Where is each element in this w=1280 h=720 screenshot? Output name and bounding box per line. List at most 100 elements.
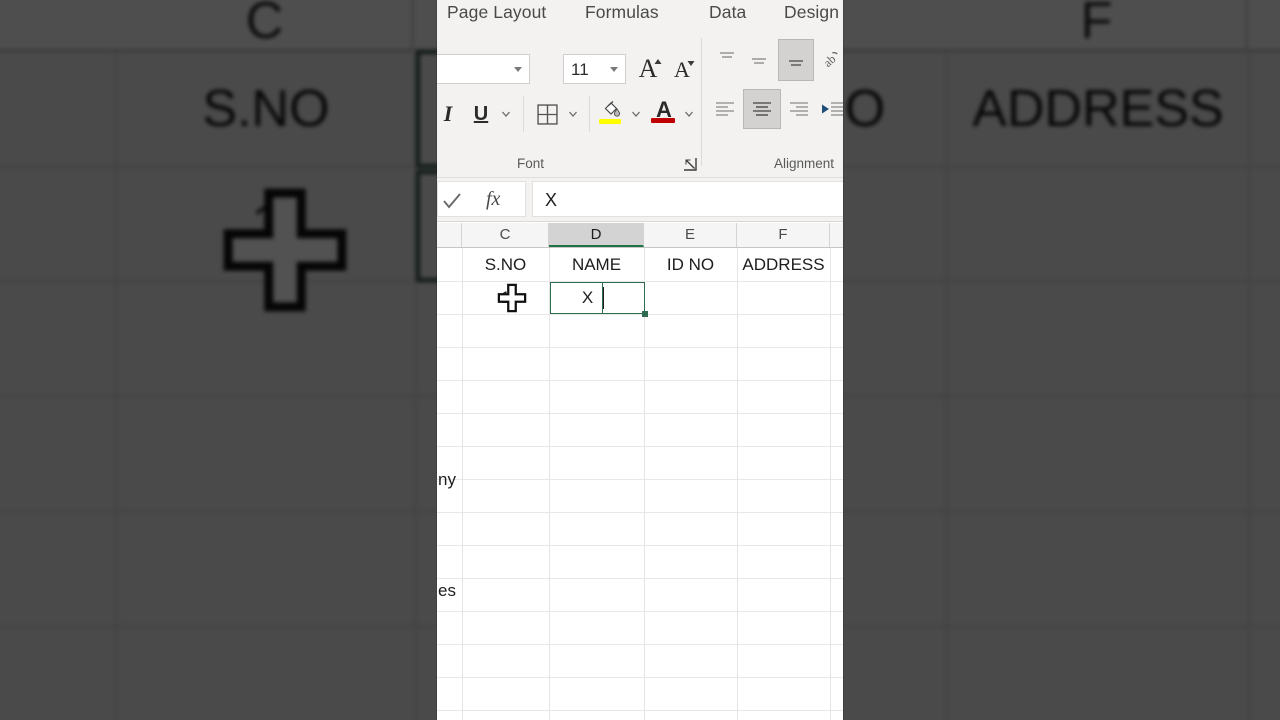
active-cell-editing-value[interactable]: X: [550, 282, 625, 314]
italic-button[interactable]: I: [437, 98, 462, 130]
gridline-vertical: [737, 248, 738, 720]
column-header-c[interactable]: C: [462, 223, 549, 247]
font-dialog-launcher-icon[interactable]: [683, 157, 697, 171]
underline-button[interactable]: U: [467, 98, 495, 130]
gridline-horizontal: [437, 512, 843, 513]
top-align-icon: [720, 52, 734, 58]
ribbon-divider: [589, 96, 590, 132]
chevron-down-icon: [610, 67, 618, 72]
group-label-font: Font: [517, 156, 545, 171]
chevron-down-icon: [502, 111, 510, 117]
shrink-font-button[interactable]: A: [666, 54, 698, 86]
ribbon-divider: [701, 38, 702, 166]
font-name-value: ri: [437, 55, 510, 85]
decrease-indent-button[interactable]: [817, 94, 843, 124]
gridline-horizontal: [437, 677, 843, 678]
backdrop-cell-address: ADDRESS: [972, 80, 1224, 138]
font-color-dropdown-button[interactable]: [680, 98, 698, 130]
gridline-horizontal: [437, 314, 843, 315]
align-right-icon: [790, 102, 808, 116]
bottom-align-button[interactable]: [778, 39, 814, 81]
fill-handle[interactable]: [641, 310, 648, 317]
cell-f1[interactable]: ADDRESS: [737, 248, 830, 281]
column-header-d[interactable]: D: [549, 223, 644, 247]
borders-button[interactable]: [531, 98, 563, 130]
gridline-horizontal: [437, 347, 843, 348]
font-color-swatch: [651, 118, 675, 123]
tab-data[interactable]: Data: [709, 2, 746, 23]
top-align-button[interactable]: [712, 44, 742, 72]
column-header-f[interactable]: F: [737, 223, 830, 247]
fill-color-swatch: [599, 119, 621, 124]
orientation-icon: ab: [821, 52, 839, 70]
tab-design[interactable]: Design: [784, 2, 839, 23]
svg-text:ab: ab: [821, 52, 839, 70]
font-name-combobox[interactable]: ri: [437, 54, 530, 84]
gridline-horizontal: [437, 644, 843, 645]
align-center-button[interactable]: [743, 89, 781, 129]
backdrop-column-header-c: C: [118, 0, 414, 52]
gridline-horizontal: [437, 446, 843, 447]
column-header-row: C D E F: [437, 223, 843, 248]
align-right-button[interactable]: [784, 94, 814, 124]
backdrop-cell-plus-cursor-icon: [223, 188, 347, 312]
gridline-horizontal: [437, 578, 843, 579]
column-header-b-partial[interactable]: [437, 223, 462, 247]
group-label-alignment: Alignment: [774, 156, 835, 171]
fill-color-dropdown-button[interactable]: [627, 98, 645, 130]
backdrop-gridline-v: [1248, 52, 1251, 720]
cell-e1[interactable]: ID NO: [644, 248, 737, 281]
column-header-e[interactable]: E: [644, 223, 737, 247]
insert-function-icon[interactable]: fx: [486, 188, 500, 211]
ribbon-body: ri 11 A A I: [437, 30, 843, 178]
spreadsheet-grid[interactable]: C D E F S.NO NAME ID NO ADDRESS ny es X: [437, 223, 843, 720]
active-cell-inner-divider: [602, 282, 603, 314]
screen-root: C F S.NO 1 ADDRESS O: [0, 0, 1280, 720]
chevron-down-icon: [685, 111, 693, 117]
caret-up-icon: [654, 59, 662, 64]
column-header-g-partial[interactable]: [830, 223, 843, 247]
chevron-down-icon: [569, 111, 577, 117]
gridline-vertical: [644, 248, 645, 720]
decrease-indent-icon: [822, 102, 843, 116]
excel-window-panel: Page Layout Formulas Data Design ri 11 A: [437, 0, 843, 720]
gridline-horizontal: [437, 413, 843, 414]
cell-b10-clipped[interactable]: es: [437, 574, 462, 607]
borders-dropdown-button[interactable]: [564, 98, 582, 130]
cell-c1[interactable]: S.NO: [462, 248, 549, 281]
align-left-button[interactable]: [710, 94, 740, 124]
cell-d1[interactable]: NAME: [549, 248, 644, 281]
backdrop-column-header-f: F: [948, 0, 1248, 52]
underline-label: U: [473, 103, 489, 125]
middle-align-button[interactable]: [744, 48, 774, 76]
font-size-value: 11: [571, 60, 589, 79]
borders-icon: [536, 103, 558, 125]
underline-dropdown-button[interactable]: [497, 98, 515, 130]
grow-font-button[interactable]: A: [632, 53, 664, 85]
formula-bar: fx X: [437, 178, 843, 222]
gridline-vertical: [830, 248, 831, 720]
gridline-vertical: [549, 248, 550, 720]
gridline-horizontal: [437, 380, 843, 381]
gridline-horizontal: [437, 479, 843, 480]
ribbon-tab-strip: Page Layout Formulas Data Design: [437, 0, 843, 30]
align-center-icon: [753, 102, 771, 116]
orientation-button[interactable]: ab: [817, 44, 843, 76]
font-size-combobox[interactable]: 11: [563, 54, 626, 84]
gridline-horizontal: [437, 545, 843, 546]
tab-formulas[interactable]: Formulas: [585, 2, 659, 23]
caret-down-icon: [687, 61, 695, 66]
cell-b7-clipped[interactable]: ny: [437, 463, 462, 496]
formula-bar-input[interactable]: X: [532, 181, 843, 217]
tab-page-layout[interactable]: Page Layout: [447, 2, 546, 23]
cell-plus-cursor-icon: [497, 283, 527, 313]
middle-align-icon: [752, 58, 766, 64]
italic-label: I: [443, 101, 453, 126]
gridline-horizontal: [437, 611, 843, 612]
formula-bar-value: X: [545, 190, 558, 210]
ribbon-divider: [523, 96, 524, 132]
chevron-down-icon: [514, 67, 522, 72]
confirm-entry-check-icon[interactable]: [441, 190, 463, 212]
fill-color-icon: [604, 100, 621, 117]
backdrop-cell-sno: S.NO: [202, 80, 330, 138]
